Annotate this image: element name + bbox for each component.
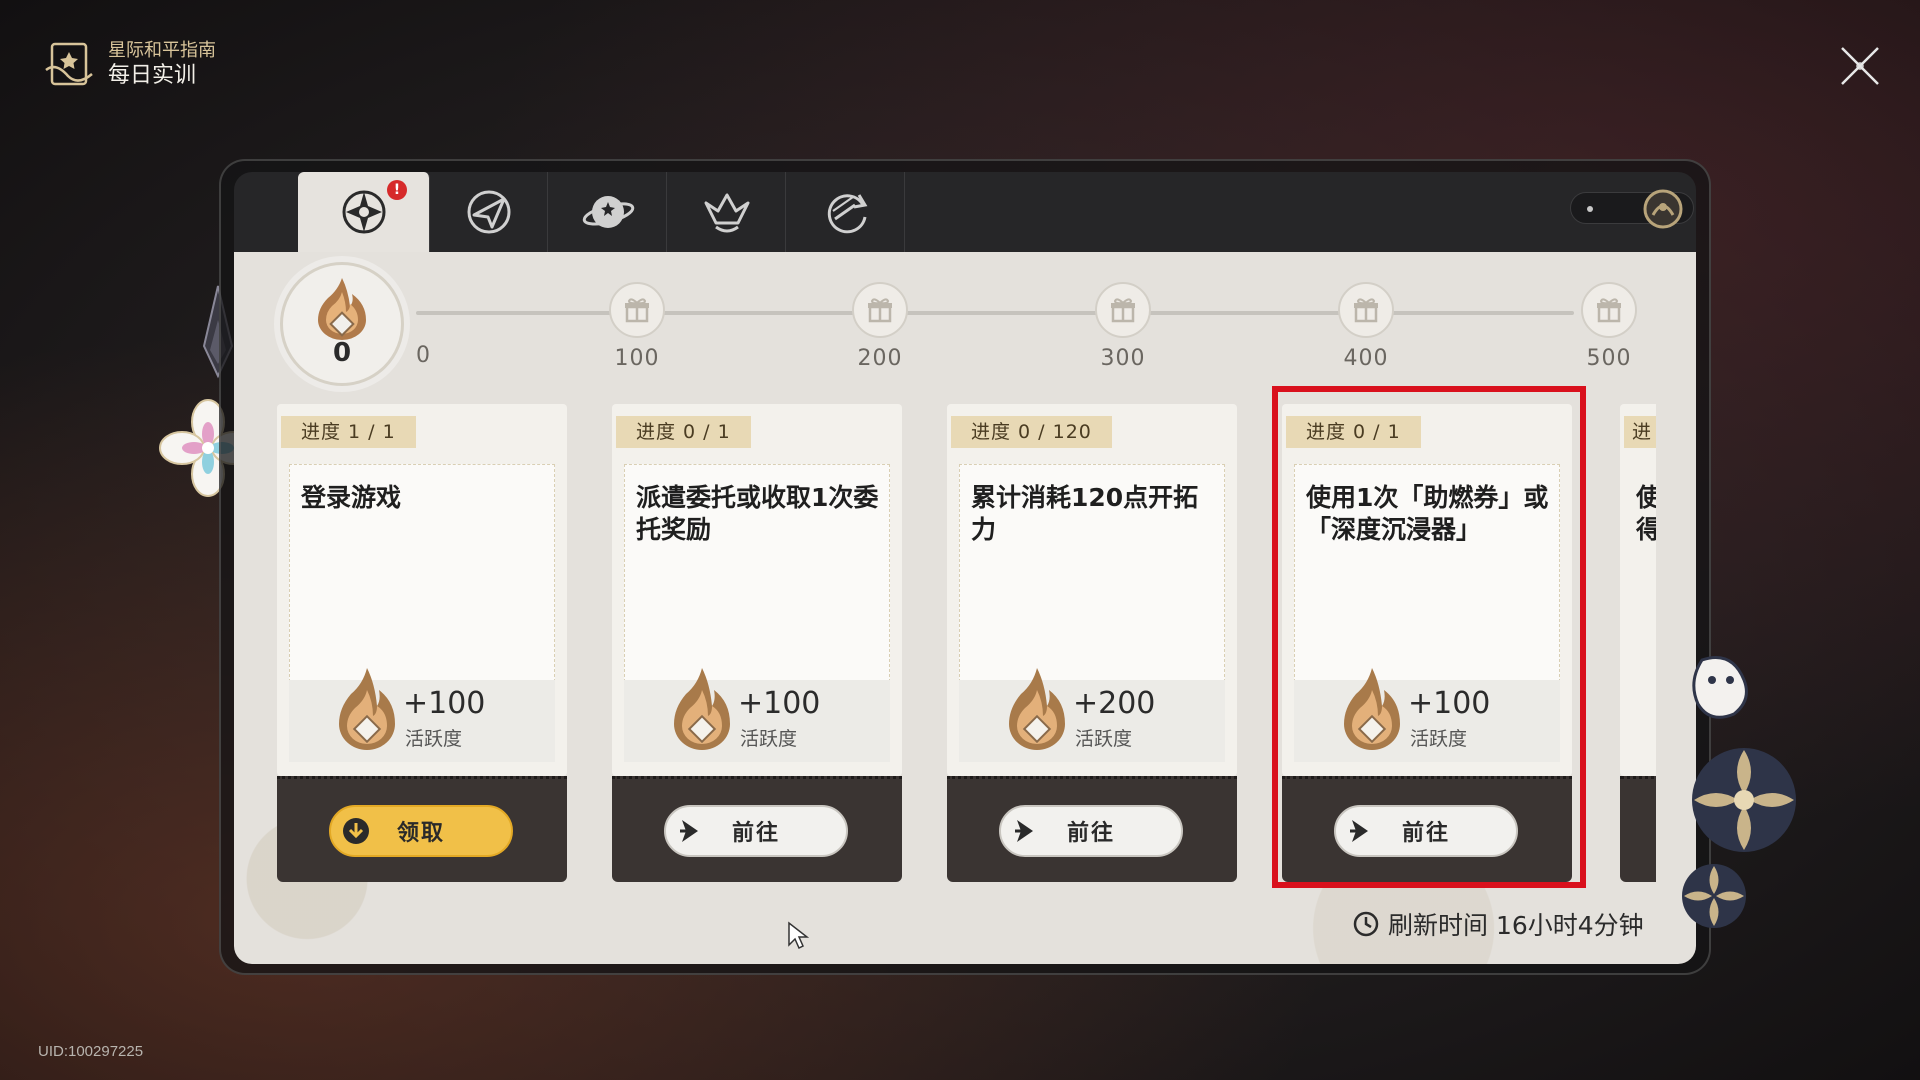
task-card-body: 进度 0 / 120 累计消耗120点开拓力 +200 活跃度 xyxy=(947,404,1237,776)
task-title: 累计消耗120点开拓力 xyxy=(971,483,1199,544)
activity-points-display: 0 xyxy=(280,262,404,386)
reward-unit: 活跃度 xyxy=(1075,728,1133,750)
refresh-timer-text: 刷新时间 16小时4分钟 xyxy=(1388,911,1644,940)
task-card: 进度 0 / 120 累计消耗120点开拓力 +200 活跃度 前往 xyxy=(947,404,1237,882)
task-card-body: 进 使 得 xyxy=(1620,404,1656,776)
milestone-label: 200 xyxy=(857,346,903,371)
gift-icon xyxy=(868,298,892,323)
task-card-footer: 前往 xyxy=(612,776,902,882)
gift-icon xyxy=(625,298,649,323)
task-title: 使 得 xyxy=(1636,483,1656,544)
tab-exploration[interactable] xyxy=(549,172,667,252)
go-button-label: 前往 xyxy=(1066,821,1115,846)
task-title: 登录游戏 xyxy=(301,483,402,512)
activity-flame-icon xyxy=(1009,668,1065,750)
milestone-gift-500[interactable] xyxy=(1581,282,1637,338)
toggle-dot xyxy=(1587,206,1593,212)
task-title: 派遣委托或收取1次委托奖励 xyxy=(636,483,879,544)
guide-header: 星际和平指南 每日实训 xyxy=(42,40,216,90)
task-progress-tag: 进 xyxy=(1624,416,1656,448)
claim-button[interactable]: 领取 xyxy=(329,805,513,857)
milestone-label: 300 xyxy=(1100,346,1146,371)
arrow-right-icon xyxy=(680,820,698,842)
download-arrow-icon xyxy=(343,818,369,844)
reward-value: +100 xyxy=(403,686,486,721)
go-button-label: 前往 xyxy=(731,821,780,846)
task-card-partial: 进 使 得 xyxy=(1620,404,1656,882)
cycle-arrow-icon xyxy=(827,194,867,234)
go-button[interactable]: 前往 xyxy=(664,805,848,857)
reward-unit: 活跃度 xyxy=(405,728,463,750)
milestone-gift-300[interactable] xyxy=(1095,282,1151,338)
milestone-gift-200[interactable] xyxy=(852,282,908,338)
task-card: 进度 1 / 1 登录游戏 +100 活跃度 领取 xyxy=(277,404,567,882)
activity-flame-icon xyxy=(339,668,395,750)
refresh-timer: 刷新时间 16小时4分钟 xyxy=(1352,906,1644,942)
user-id: UID:100297225 xyxy=(38,1043,144,1060)
tab-assignments[interactable] xyxy=(430,172,548,252)
toggle-switch[interactable] xyxy=(1570,189,1694,229)
selection-highlight xyxy=(1272,386,1586,888)
activity-flame-icon xyxy=(674,668,730,750)
milestone-label: 100 xyxy=(614,346,660,371)
flower-ornament-icon xyxy=(1682,656,1796,928)
gift-icon xyxy=(1354,298,1378,323)
task-card-footer: 领取 xyxy=(277,776,567,882)
gift-icon xyxy=(1597,298,1621,323)
task-progress-tag: 进度 0 / 1 xyxy=(616,416,751,448)
reward-value: +200 xyxy=(1073,686,1156,721)
task-progress-tag: 进度 1 / 1 xyxy=(281,416,416,448)
planet-icon xyxy=(582,196,634,228)
gift-icon xyxy=(1111,298,1135,323)
track-start-label: 0 xyxy=(416,343,430,368)
milestone-gift-100[interactable] xyxy=(609,282,665,338)
tab-progression[interactable] xyxy=(787,172,905,252)
milestone-label: 400 xyxy=(1343,346,1389,371)
reward-unit: 活跃度 xyxy=(740,728,798,750)
crown-emblem-icon xyxy=(704,193,749,233)
notification-badge: ! xyxy=(387,180,407,200)
clock-icon xyxy=(1353,911,1379,937)
task-card-body: 进度 0 / 1 派遣委托或收取1次委托奖励 +100 活跃度 xyxy=(612,404,902,776)
task-card-body: 进度 1 / 1 登录游戏 +100 活跃度 xyxy=(277,404,567,776)
close-icon[interactable] xyxy=(1838,44,1882,88)
guide-book-icon xyxy=(45,42,93,86)
claim-button-label: 领取 xyxy=(396,821,445,846)
task-card-footer: 前往 xyxy=(947,776,1237,882)
task-card-footer xyxy=(1620,776,1656,882)
arrow-right-icon xyxy=(1015,820,1033,842)
tab-achievements[interactable] xyxy=(668,172,786,252)
compass-arrow-icon xyxy=(467,190,510,234)
reward-value: +100 xyxy=(738,686,821,721)
milestone-gift-400[interactable] xyxy=(1338,282,1394,338)
activity-flame-icon xyxy=(318,278,366,340)
activity-current-value: 0 xyxy=(332,338,352,368)
mouse-cursor-icon xyxy=(788,921,809,950)
emblem-knob-icon xyxy=(1643,189,1683,229)
daily-training-icon xyxy=(342,190,385,234)
page-title: 每日实训 xyxy=(108,63,197,88)
activity-progress-track xyxy=(416,311,1574,315)
milestone-label: 500 xyxy=(1586,346,1632,371)
task-progress-tag: 进度 0 / 120 xyxy=(951,416,1112,448)
tab-daily-training[interactable]: ! xyxy=(298,172,430,252)
task-card: 进度 0 / 1 派遣委托或收取1次委托奖励 +100 活跃度 前往 xyxy=(612,404,902,882)
go-button[interactable]: 前往 xyxy=(999,805,1183,857)
header-subtitle: 星际和平指南 xyxy=(108,40,216,61)
